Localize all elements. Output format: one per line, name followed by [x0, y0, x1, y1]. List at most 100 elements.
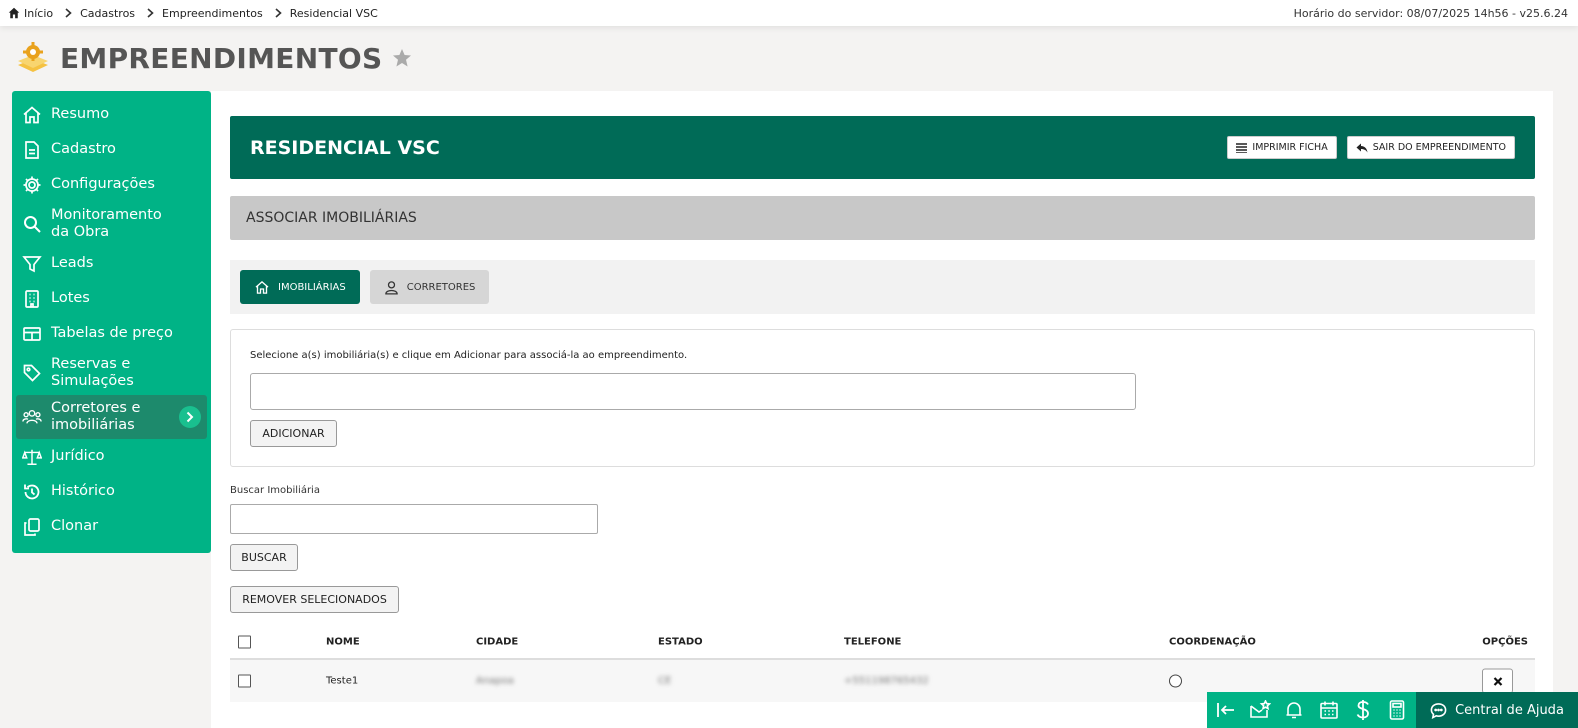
- chevron-right-icon: [65, 8, 72, 18]
- copy-icon: [22, 517, 42, 537]
- sidebar-item-resumo[interactable]: Resumo: [12, 97, 211, 132]
- sidebar-item-tabelas-preco[interactable]: Tabelas de preço: [12, 316, 211, 351]
- search-input[interactable]: [230, 504, 598, 534]
- chevron-right-icon: [275, 8, 282, 18]
- add-button[interactable]: ADICIONAR: [250, 420, 337, 447]
- tab-imobiliarias[interactable]: IMOBILIÁRIAS: [240, 270, 360, 304]
- sidebar-item-label: Clonar: [51, 518, 99, 534]
- sidebar: Resumo Cadastro Configurações Monitorame…: [12, 91, 211, 553]
- close-icon: [1493, 676, 1502, 686]
- dollar-icon[interactable]: [1352, 699, 1374, 721]
- sidebar-item-monitoramento[interactable]: Monitoramento da Obra: [12, 202, 211, 246]
- home-icon: [8, 7, 20, 19]
- remove-row-button[interactable]: [1482, 668, 1513, 694]
- tab-label: CORRETORES: [406, 281, 476, 293]
- sidebar-item-label: Tabelas de preço: [51, 325, 173, 341]
- home-icon: [255, 280, 269, 294]
- breadcrumb-empreendimentos[interactable]: Empreendimentos: [162, 7, 263, 20]
- sidebar-item-historico[interactable]: Histórico: [12, 474, 211, 509]
- server-info: Horário do servidor: 08/07/2025 14h56 - …: [1293, 6, 1568, 20]
- breadcrumb-current: Residencial VSC: [289, 6, 378, 20]
- cell-estado: CE: [658, 675, 672, 687]
- help-center-button[interactable]: Central de Ajuda: [1416, 692, 1578, 728]
- breadcrumb-label: Início: [24, 6, 54, 20]
- table-icon: [22, 324, 42, 344]
- exit-button[interactable]: SAIR DO EMPREENDIMENTO: [1346, 136, 1515, 159]
- sidebar-item-label: Lotes: [51, 290, 90, 306]
- tabs-bar: IMOBILIÁRIAS CORRETORES: [230, 260, 1535, 314]
- tag-icon: [22, 363, 42, 383]
- bell-icon[interactable]: [1283, 699, 1305, 721]
- sidebar-item-label: Cadastro: [51, 141, 116, 157]
- sidebar-item-clonar[interactable]: Clonar: [12, 509, 211, 544]
- imobiliaria-select-input[interactable]: [250, 373, 1136, 410]
- empreendimento-title: RESIDENCIAL VSC: [250, 136, 440, 159]
- funnel-icon: [22, 254, 42, 274]
- remove-selected-button[interactable]: REMOVER SELECIONADOS: [230, 586, 399, 613]
- user-icon: [384, 280, 398, 295]
- sidebar-item-cadastro[interactable]: Cadastro: [12, 132, 211, 167]
- calendar-icon[interactable]: [1318, 699, 1340, 721]
- search-label: Buscar Imobiliária: [230, 485, 320, 496]
- help-center-label: Central de Ajuda: [1455, 702, 1564, 718]
- sidebar-item-label: Reservas e Simulações: [51, 356, 134, 389]
- column-header-nome: NOME: [326, 636, 360, 647]
- sidebar-item-juridico[interactable]: Jurídico: [12, 439, 211, 474]
- column-header-telefone: TELEFONE: [844, 636, 902, 647]
- mail-star-icon[interactable]: [1249, 699, 1272, 721]
- reply-arrow-icon: [1356, 143, 1368, 152]
- empreendimento-header: RESIDENCIAL VSC IMPRIMIR FICHA SAIR DO E…: [230, 116, 1535, 179]
- associate-instruction: Selecione a(s) imobiliária(s) e clique e…: [250, 350, 688, 361]
- building-gear-logo-icon: [18, 42, 48, 72]
- calculator-icon[interactable]: [1386, 699, 1408, 721]
- sidebar-item-corretores[interactable]: Corretores e imobiliárias: [16, 395, 207, 439]
- associate-panel: Selecione a(s) imobiliária(s) e clique e…: [230, 329, 1535, 467]
- cell-cidade: Anapoa: [476, 675, 514, 687]
- home-icon: [22, 105, 42, 125]
- sidebar-item-leads[interactable]: Leads: [12, 246, 211, 281]
- users-icon: [22, 407, 42, 427]
- cell-nome: Teste1: [326, 675, 359, 687]
- breadcrumb-cadastros[interactable]: Cadastros: [80, 7, 135, 20]
- column-header-opcoes: OPÇÕES: [1482, 636, 1528, 647]
- imobiliarias-table: NOME CIDADE ESTADO TELEFONE COORDENAÇÃO …: [230, 625, 1535, 702]
- sidebar-item-reservas[interactable]: Reservas e Simulações: [12, 351, 211, 395]
- chat-bubble-icon: [1430, 702, 1447, 719]
- sidebar-item-label: Corretores e imobiliárias: [51, 400, 141, 433]
- page-title: EMPREENDIMENTOS: [60, 41, 383, 75]
- cell-telefone: +551198765432: [844, 675, 929, 687]
- collapse-left-icon[interactable]: [1215, 699, 1237, 721]
- chevron-right-icon: [147, 8, 154, 18]
- sidebar-item-label: Histórico: [51, 483, 115, 499]
- breadcrumb: Início Cadastros Empreendimentos Residen…: [8, 7, 378, 20]
- print-button[interactable]: IMPRIMIR FICHA: [1227, 136, 1337, 159]
- exit-button-label: SAIR DO EMPREENDIMENTO: [1372, 142, 1506, 153]
- star-icon[interactable]: [392, 48, 412, 68]
- row-checkbox[interactable]: [238, 674, 251, 688]
- column-header-estado: ESTADO: [658, 636, 703, 647]
- sidebar-item-configuracoes[interactable]: Configurações: [12, 167, 211, 202]
- sidebar-item-lotes[interactable]: Lotes: [12, 281, 211, 316]
- table-header: NOME CIDADE ESTADO TELEFONE COORDENAÇÃO …: [230, 625, 1535, 660]
- search-button[interactable]: BUSCAR: [230, 544, 298, 571]
- column-header-coordenacao: COORDENAÇÃO: [1169, 636, 1256, 647]
- search-icon: [22, 214, 42, 234]
- sidebar-item-label: Jurídico: [51, 448, 105, 464]
- document-icon: [22, 140, 42, 160]
- history-icon: [22, 482, 42, 502]
- sidebar-item-label: Leads: [51, 255, 94, 271]
- scale-icon: [22, 447, 42, 467]
- gear-icon: [22, 175, 42, 195]
- print-button-label: IMPRIMIR FICHA: [1252, 142, 1328, 153]
- header-actions: IMPRIMIR FICHA SAIR DO EMPREENDIMENTO: [1227, 136, 1515, 159]
- coordination-radio[interactable]: [1169, 674, 1182, 688]
- page-header: EMPREENDIMENTOS: [16, 38, 412, 78]
- top-bar: Início Cadastros Empreendimentos Residen…: [0, 0, 1578, 26]
- breadcrumb-home[interactable]: Início: [8, 7, 53, 20]
- list-icon: [1236, 142, 1248, 153]
- column-header-cidade: CIDADE: [476, 636, 519, 647]
- sidebar-item-label: Monitoramento da Obra: [51, 207, 162, 240]
- tab-corretores[interactable]: CORRETORES: [369, 270, 490, 304]
- bottom-toolbar-icons: [1207, 692, 1416, 728]
- select-all-checkbox[interactable]: [238, 635, 251, 648]
